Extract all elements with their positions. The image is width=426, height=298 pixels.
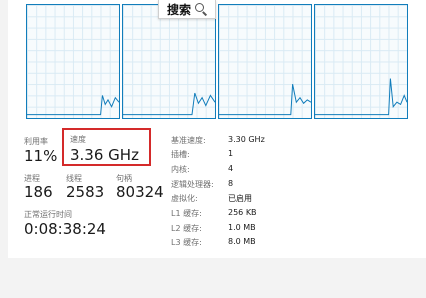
spec-value-l1-cache: 256 KB [228,208,257,217]
cpu-graph-2-line [123,92,215,116]
spec-key-logical-processors: 逻辑处理器: [171,180,214,189]
search-label: 搜索 [166,2,191,17]
spec-key-base-speed: 基准速度: [171,136,206,145]
spec-value-virtualization: 已启用 [228,194,252,203]
utilization-label: 利用率 [24,137,48,146]
cpu-graph-2 [122,4,216,119]
spec-key-l3-cache: L3 缓存: [171,238,202,247]
search-button[interactable]: 搜索 [158,0,216,19]
processes-value: 186 [24,183,53,201]
handles-value: 80324 [116,183,164,201]
spec-key-virtualization: 虚拟化: [171,194,198,203]
spec-value-sockets: 1 [228,149,234,158]
cpu-graph-1 [26,4,120,119]
cpu-graph-3-line [219,83,311,116]
spec-value-l3-cache: 8.0 MB [228,237,256,246]
spec-value-base-speed: 3.30 GHz [228,135,265,144]
spec-key-sockets: 插槽: [171,150,190,159]
utilization-value: 11% [24,147,58,165]
cpu-graph-1-line [27,95,119,116]
spec-value-l2-cache: 1.0 MB [228,223,256,232]
spec-key-cores: 内核: [171,165,190,174]
window-bottom-area [0,258,426,298]
spec-key-l1-cache: L1 缓存: [171,209,202,218]
uptime-label: 正常运行时间 [24,210,72,219]
speed-highlight-box [62,128,151,166]
spec-value-logical-processors: 8 [228,179,234,188]
cpu-graph-4 [314,4,408,119]
cpu-graph-3 [218,4,312,119]
search-icon [195,3,207,15]
cpu-graph-4-line [315,78,407,116]
uptime-value: 0:08:38:24 [24,220,106,238]
left-panel-edge [0,0,8,258]
spec-value-cores: 4 [228,164,234,173]
spec-key-l2-cache: L2 缓存: [171,224,202,233]
threads-value: 2583 [66,183,105,201]
